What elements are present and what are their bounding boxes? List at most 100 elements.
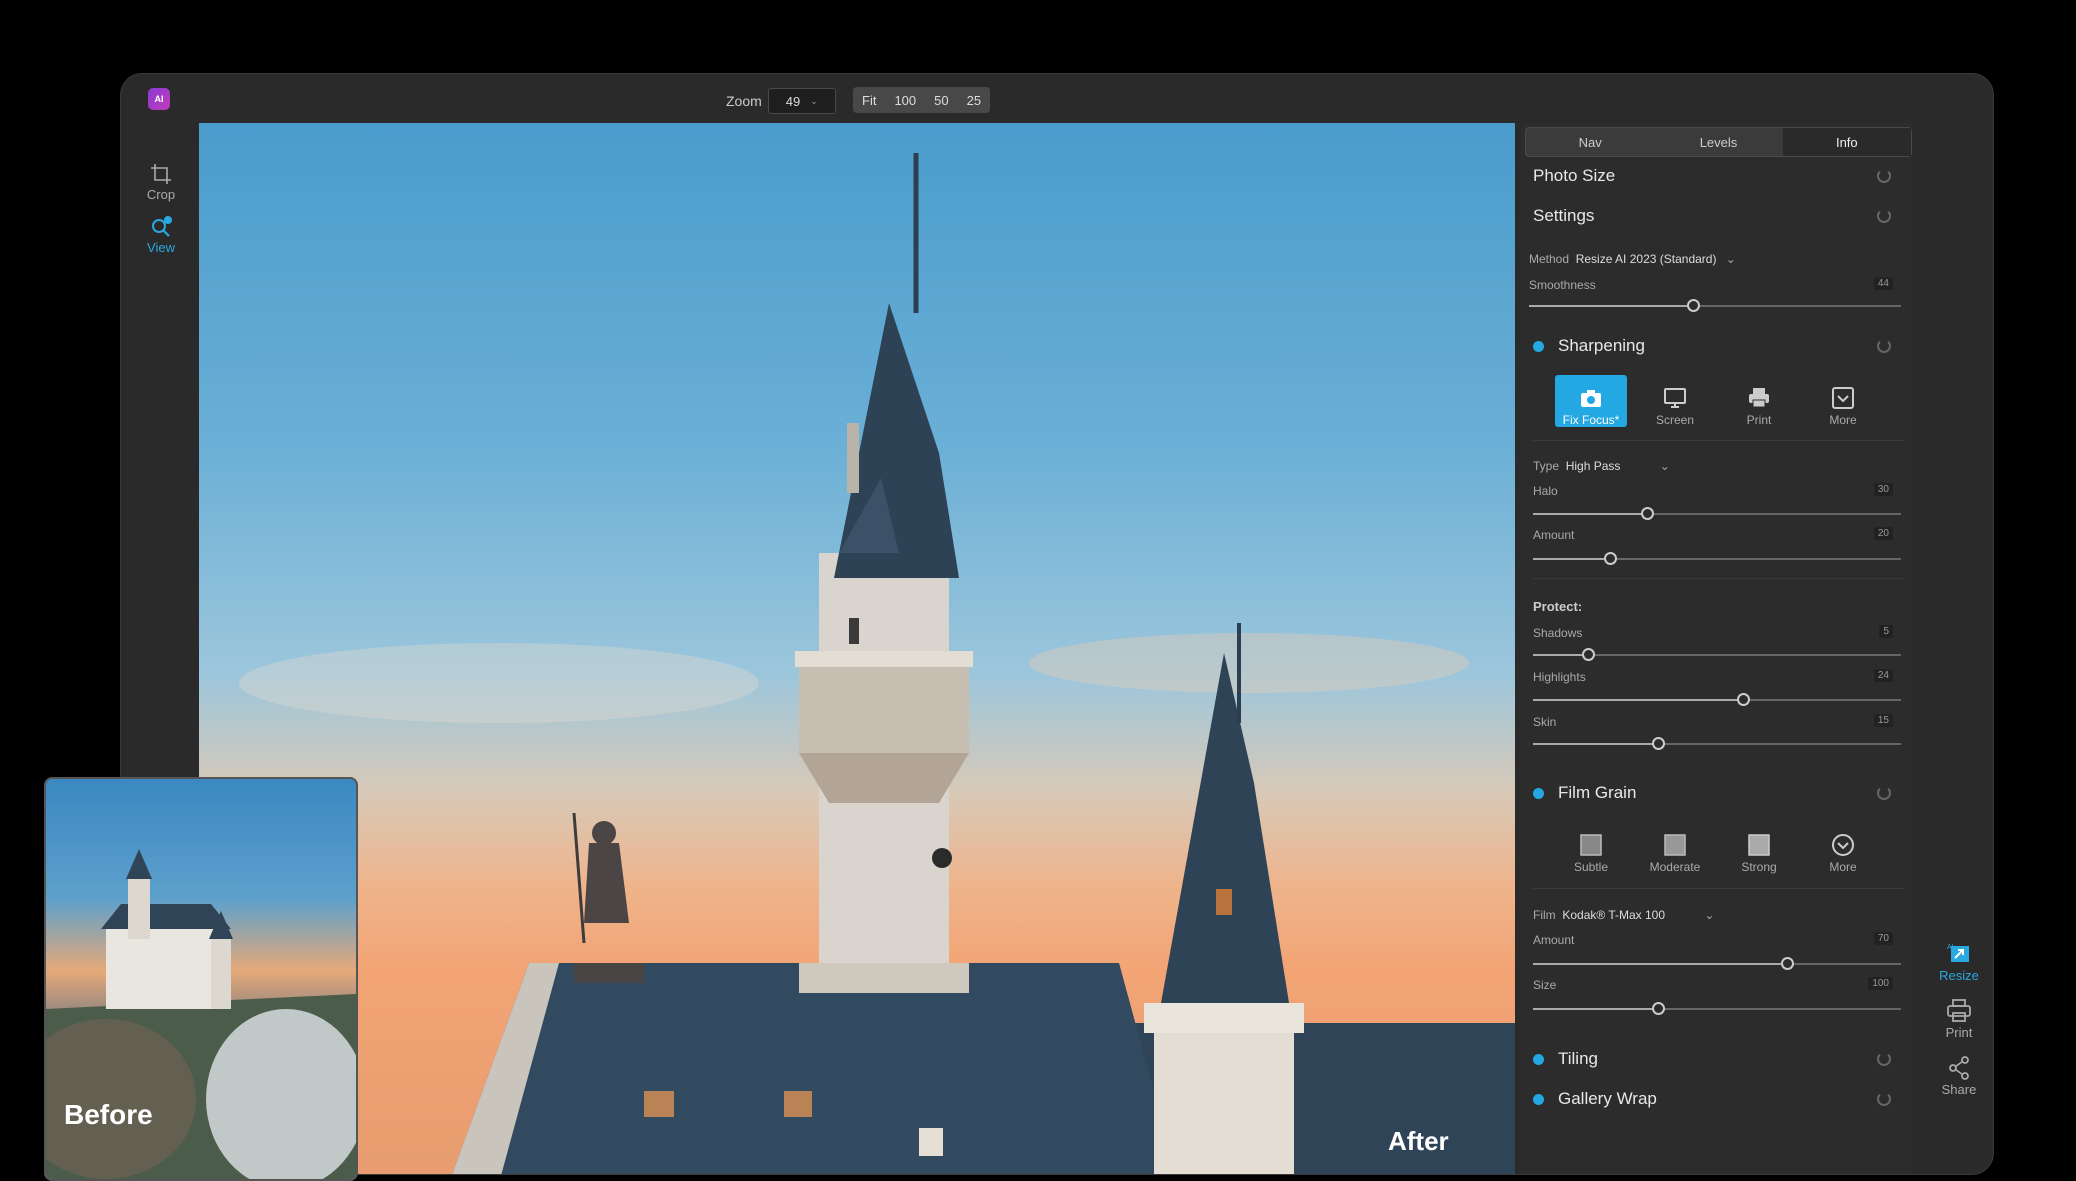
- grain-amount-label: Amount: [1533, 933, 1575, 947]
- grain-size-value[interactable]: 100: [1868, 977, 1893, 990]
- amount-value[interactable]: 20: [1873, 527, 1893, 540]
- preset-label: More: [1829, 413, 1857, 427]
- slider-thumb[interactable]: [1736, 693, 1750, 706]
- film-row[interactable]: Film Kodak® T-Max 100 ⌄: [1533, 908, 1714, 922]
- film-label: Film: [1533, 908, 1556, 922]
- grain-amount-slider[interactable]: [1533, 957, 1901, 970]
- preset-subtle[interactable]: Subtle: [1555, 822, 1627, 874]
- image-canvas[interactable]: [199, 123, 1515, 1174]
- resize-tool[interactable]: AI Resize: [1929, 940, 1989, 983]
- panel-tabs: Nav Levels Info: [1525, 127, 1912, 157]
- preset-label: Strong: [1741, 860, 1777, 874]
- zoom-preset-group: Fit 100 50 25: [853, 87, 991, 113]
- zoom-fit-button[interactable]: Fit: [853, 93, 885, 108]
- preset-label: Fix Focus*: [1562, 413, 1620, 427]
- shadows-label: Shadows: [1533, 626, 1583, 640]
- smoothness-label: Smoothness: [1529, 278, 1596, 292]
- slider-thumb[interactable]: [1652, 737, 1666, 750]
- crop-label: Crop: [146, 187, 176, 202]
- tab-levels[interactable]: Levels: [1654, 128, 1782, 156]
- enabled-dot-icon[interactable]: [1533, 1093, 1544, 1105]
- tiling-header[interactable]: Tiling: [1533, 1049, 1913, 1069]
- smoothness-slider[interactable]: [1529, 299, 1901, 312]
- preset-strong[interactable]: Strong: [1723, 822, 1795, 874]
- preset-more[interactable]: More: [1807, 375, 1879, 427]
- zoom-label: Zoom: [726, 93, 762, 109]
- reset-icon[interactable]: [1877, 209, 1891, 223]
- chevron-down-icon: ⌄: [1725, 252, 1736, 266]
- shadows-value[interactable]: 5: [1879, 625, 1893, 638]
- grain-size-label: Size: [1533, 978, 1557, 992]
- reset-icon[interactable]: [1877, 786, 1891, 800]
- skin-slider[interactable]: [1533, 737, 1901, 750]
- photo-size-header[interactable]: Photo Size: [1533, 166, 1913, 186]
- reset-icon[interactable]: [1877, 1052, 1891, 1066]
- gallery-wrap-header[interactable]: Gallery Wrap: [1533, 1089, 1913, 1109]
- grain-amount-value[interactable]: 70: [1873, 932, 1893, 945]
- view-tool[interactable]: View: [121, 214, 201, 255]
- slider-thumb[interactable]: [1604, 552, 1618, 565]
- preset-fix-focus[interactable]: Fix Focus*: [1555, 375, 1627, 427]
- after-label: After: [1388, 1126, 1449, 1156]
- halo-slider[interactable]: [1533, 507, 1901, 520]
- reset-icon[interactable]: [1877, 169, 1891, 183]
- grain-size-slider[interactable]: [1533, 1002, 1901, 1015]
- settings-header[interactable]: Settings: [1533, 206, 1913, 226]
- settings-title: Settings: [1533, 206, 1595, 225]
- app-logo[interactable]: AI: [148, 88, 170, 110]
- preset-screen[interactable]: Screen: [1639, 375, 1711, 427]
- sharpening-title: Sharpening: [1558, 336, 1645, 355]
- shadows-slider[interactable]: [1533, 648, 1901, 661]
- smoothness-value[interactable]: 44: [1873, 277, 1893, 290]
- printer-icon: [1749, 388, 1769, 408]
- film-grain-title: Film Grain: [1558, 783, 1637, 802]
- amount-slider[interactable]: [1533, 552, 1901, 565]
- preset-label: Print: [1746, 413, 1772, 427]
- print-tool[interactable]: Print: [1929, 997, 1989, 1040]
- reset-icon[interactable]: [1877, 1092, 1891, 1106]
- preset-moderate[interactable]: Moderate: [1639, 822, 1711, 874]
- protect-label: Protect:: [1533, 599, 1583, 614]
- slider-thumb[interactable]: [1780, 957, 1794, 970]
- slider-thumb[interactable]: [1582, 648, 1596, 661]
- resize-ai-icon: AI: [1947, 944, 1969, 962]
- type-row[interactable]: Type High Pass ⌄: [1533, 459, 1670, 473]
- chevron-circle-icon: [1832, 834, 1854, 856]
- skin-value[interactable]: 15: [1873, 714, 1893, 727]
- zoom-50-button[interactable]: 50: [925, 93, 957, 108]
- preset-more[interactable]: More: [1807, 822, 1879, 874]
- enabled-dot-icon[interactable]: [1533, 340, 1544, 352]
- preset-label: Screen: [1655, 413, 1695, 427]
- enabled-dot-icon[interactable]: [1533, 787, 1544, 799]
- slider-thumb[interactable]: [1641, 507, 1655, 520]
- chevron-down-icon: ⌄: [810, 95, 818, 106]
- zoom-select[interactable]: 49 ⌄: [767, 88, 836, 114]
- sharpening-header[interactable]: Sharpening: [1533, 336, 1913, 356]
- tab-info[interactable]: Info: [1782, 128, 1911, 156]
- reset-icon[interactable]: [1877, 339, 1891, 353]
- film-grain-header[interactable]: Film Grain: [1533, 783, 1913, 803]
- zoom-25-button[interactable]: 25: [958, 93, 990, 108]
- crop-tool[interactable]: Crop: [121, 161, 201, 202]
- printer-icon: [1947, 999, 1971, 1022]
- slider-thumb[interactable]: [1686, 299, 1700, 312]
- highlights-slider[interactable]: [1533, 693, 1901, 706]
- divider: [1533, 578, 1905, 579]
- tab-nav[interactable]: Nav: [1526, 128, 1654, 156]
- highlights-value[interactable]: 24: [1873, 669, 1893, 682]
- share-tool[interactable]: Share: [1929, 1054, 1989, 1097]
- chevron-down-icon: ⌄: [1659, 459, 1670, 473]
- enabled-dot-icon[interactable]: [1533, 1053, 1544, 1065]
- method-row[interactable]: Method Resize AI 2023 (Standard) ⌄: [1529, 252, 1736, 266]
- halo-label: Halo: [1533, 484, 1558, 498]
- preset-print[interactable]: Print: [1723, 375, 1795, 427]
- share-label: Share: [1941, 1082, 1977, 1097]
- slider-thumb[interactable]: [1652, 1002, 1666, 1015]
- view-label: View: [147, 240, 175, 255]
- grain-subtle-icon: [1580, 834, 1602, 856]
- photo-size-title: Photo Size: [1533, 166, 1616, 185]
- grain-moderate-icon: [1664, 834, 1686, 856]
- right-panel: Nav Levels Info Photo Size Settings Meth…: [1521, 122, 1913, 1174]
- halo-value[interactable]: 30: [1873, 483, 1893, 496]
- zoom-100-button[interactable]: 100: [885, 93, 925, 108]
